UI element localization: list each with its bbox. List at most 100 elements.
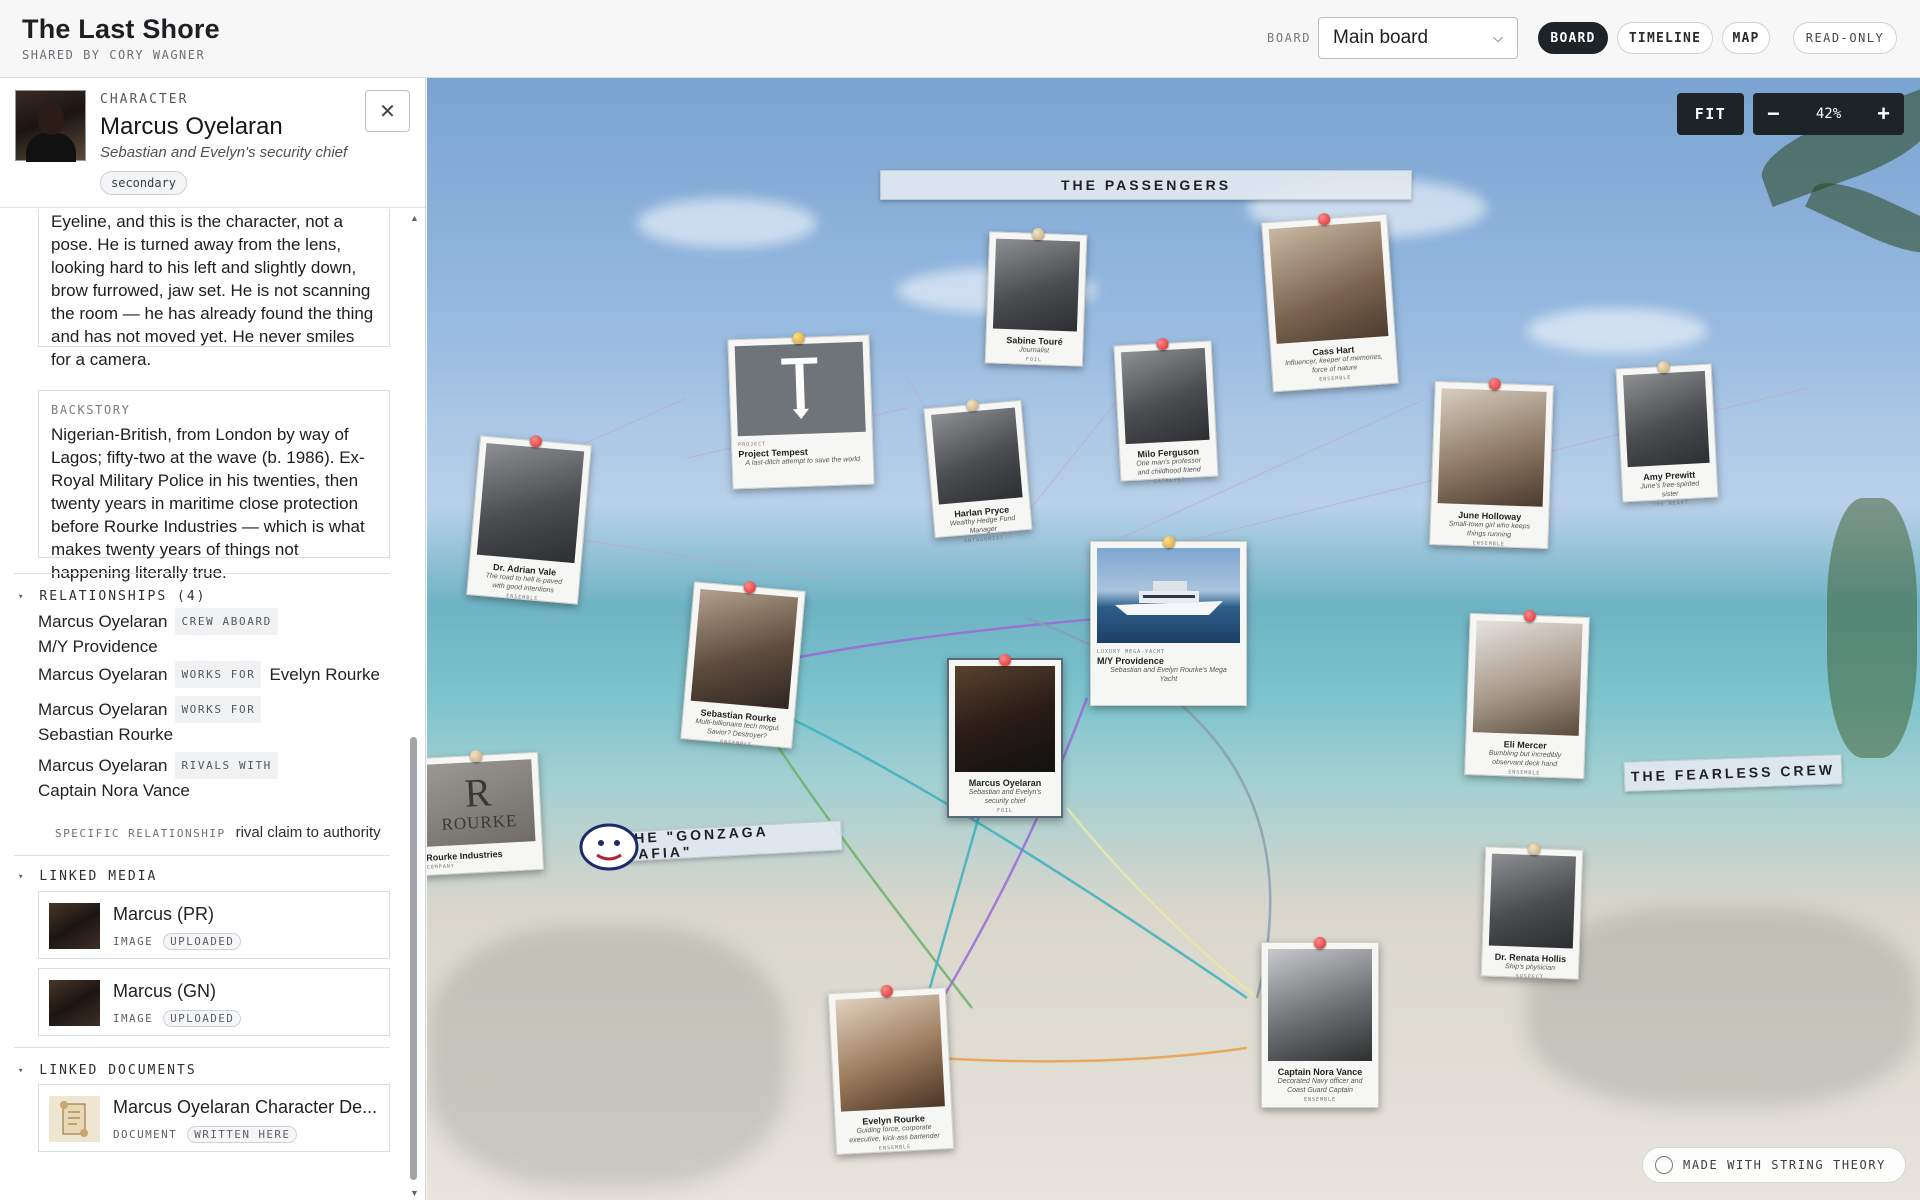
fit-button[interactable]: FIT: [1677, 93, 1744, 135]
app-title: The Last Shore: [22, 14, 220, 44]
media-meta: IMAGE UPLOADED: [113, 1010, 242, 1027]
character-card[interactable]: Dr. Renata Hollis Ship's physician SUSPE…: [1480, 842, 1584, 980]
rel-subject: Marcus Oyelaran: [38, 756, 168, 775]
panel-scroll-area[interactable]: Eyeline, and this is the character, not …: [0, 209, 425, 1200]
string-line: [936, 1046, 1248, 1063]
rel-target: M/Y Providence: [38, 637, 158, 656]
character-card[interactable]: Milo Ferguson One man's professor and ch…: [1113, 337, 1219, 485]
close-button[interactable]: ✕: [365, 90, 410, 132]
rel-type: RIVALS WITH: [175, 752, 278, 779]
card-desc: One man's professor and childhood friend: [1136, 457, 1202, 477]
panel-header: CHARACTER Marcus Oyelaran Sebastian and …: [0, 78, 425, 208]
rel-type: WORKS FOR: [175, 661, 262, 688]
chevron-down-icon: ⌵: [1493, 30, 1503, 45]
tie-icon: [781, 357, 818, 419]
character-card[interactable]: Sabine Touré Journalist FOIL: [984, 227, 1088, 367]
divider: [14, 855, 390, 856]
character-card[interactable]: Evelyn Rourke Guiding force, corporate e…: [827, 984, 955, 1155]
read-only-badge: READ-ONLY: [1793, 22, 1897, 54]
character-card[interactable]: Captain Nora Vance Decorated Navy office…: [1261, 937, 1379, 1108]
character-card[interactable]: June Holloway Small-town girl who keeps …: [1429, 377, 1554, 550]
character-card[interactable]: Dr. Adrian Vale The road to hell is pave…: [466, 434, 592, 605]
rourke-logo: R ROURKE: [427, 759, 536, 847]
card-desc: Sebastian and Evelyn Rourke's Mega Yacht: [1110, 667, 1227, 683]
media-title: Marcus (GN): [113, 981, 216, 1001]
tab-map[interactable]: MAP: [1722, 22, 1770, 54]
tab-board[interactable]: BOARD: [1538, 22, 1608, 54]
document-item[interactable]: Marcus Oyelaran Character De... DOCUMENT…: [38, 1084, 390, 1152]
document-kind: DOCUMENT: [113, 1128, 178, 1141]
rel-target: Sebastian Rourke: [38, 725, 174, 744]
character-card[interactable]: Sebastian Rourke Multi-billionaire tech …: [680, 580, 806, 749]
rel-subject: Marcus Oyelaran: [38, 612, 168, 631]
backstory-box: BACKSTORY Nigerian-British, from London …: [38, 390, 390, 582]
avatar: [15, 90, 86, 162]
card-desc: Sebastian and Evelyn's security chief: [968, 789, 1042, 805]
string-theory-logo-icon: [1655, 1156, 1673, 1174]
media-thumbnail: [49, 903, 100, 949]
card-desc: Bumbling but incredibly observant deck h…: [1488, 749, 1562, 769]
relationship-row[interactable]: Marcus Oyelaran WORKS FOR Evelyn Rourke: [38, 661, 380, 688]
character-card[interactable]: Eli Mercer Bumbling but incredibly obser…: [1464, 609, 1590, 780]
relationships-header[interactable]: ▾ RELATIONSHIPS (4): [18, 589, 206, 604]
linked-media-title: LINKED MEDIA: [39, 869, 158, 884]
linked-media-header[interactable]: ▾ LINKED MEDIA: [18, 869, 157, 884]
media-status: UPLOADED: [163, 1010, 242, 1027]
document-status: WRITTEN HERE: [187, 1126, 298, 1143]
backstory-text: Nigerian-British, from London by way of …: [51, 425, 365, 582]
rel-type: WORKS FOR: [175, 696, 262, 723]
relationship-row[interactable]: Marcus Oyelaran RIVALS WITH Captain Nora …: [38, 752, 286, 802]
rel-target: Evelyn Rourke: [269, 665, 381, 684]
corkboard-canvas[interactable]: FIT − 42% + THE PASSENGERS THE FEARLESS …: [427, 78, 1920, 1200]
linked-docs-header[interactable]: ▾ LINKED DOCUMENTS: [18, 1063, 197, 1078]
backstory-label: BACKSTORY: [51, 403, 131, 417]
banner-passengers[interactable]: THE PASSENGERS: [880, 170, 1412, 200]
rel-subject: Marcus Oyelaran: [38, 700, 168, 719]
media-item[interactable]: Marcus (GN) IMAGE UPLOADED: [38, 968, 390, 1036]
relationship-row[interactable]: Marcus Oyelaran CREW ABOARD M/Y Providenc…: [38, 608, 286, 658]
location-card[interactable]: LUXURY MEGA-YACHT M/Y Providence Sebasti…: [1090, 536, 1247, 706]
scroll-up-icon[interactable]: ▲: [410, 213, 419, 223]
rel-target: Captain Nora Vance: [38, 781, 190, 800]
media-kind: IMAGE: [113, 1012, 154, 1025]
close-icon: ✕: [379, 100, 396, 123]
character-panel: CHARACTER Marcus Oyelaran Sebastian and …: [0, 78, 426, 1200]
eyeline-text: Eyeline, and this is the character, not …: [51, 212, 374, 369]
document-meta: DOCUMENT WRITTEN HERE: [113, 1126, 298, 1143]
board-label: BOARD: [1267, 31, 1312, 45]
media-item[interactable]: Marcus (PR) IMAGE UPLOADED: [38, 891, 390, 959]
character-card-selected[interactable]: Marcus Oyelaran Sebastian and Evelyn's s…: [947, 654, 1063, 818]
media-meta: IMAGE UPLOADED: [113, 933, 242, 950]
tab-timeline[interactable]: TIMELINE: [1617, 22, 1713, 54]
card-name: Marcus Oyelaran: [968, 778, 1042, 788]
relationship-row[interactable]: Marcus Oyelaran WORKS FOR Sebastian Rourk…: [38, 696, 269, 746]
character-card[interactable]: Amy Prewitt June's free-spirited sister …: [1615, 360, 1719, 508]
string-line: [1066, 807, 1258, 999]
character-card[interactable]: Cass Hart Influencer, keeper of memories…: [1261, 212, 1399, 393]
board-select-value: Main board: [1333, 27, 1429, 48]
board-select[interactable]: Main board ⌵: [1318, 17, 1518, 59]
specific-relationship: SPECIFIC RELATIONSHIP rival claim to auth…: [55, 824, 381, 841]
zoom-in-button[interactable]: +: [1877, 101, 1890, 127]
collapse-triangle-icon: ▾: [18, 1065, 26, 1076]
character-name: Marcus Oyelaran: [100, 113, 283, 140]
relationships-title: RELATIONSHIPS (4): [39, 589, 207, 604]
project-card[interactable]: PROJECT Project Tempest A last-ditch att…: [727, 331, 875, 490]
media-status: UPLOADED: [163, 933, 242, 950]
zoom-out-button[interactable]: −: [1767, 101, 1780, 127]
scrollbar-thumb[interactable]: [410, 737, 417, 1180]
collapse-triangle-icon: ▾: [18, 871, 26, 882]
zoom-controls: − 42% +: [1753, 93, 1904, 135]
character-card[interactable]: Harlan Pryce Wealthy Hedge Fund Manager …: [923, 398, 1033, 544]
card-name: Captain Nora Vance: [1277, 1067, 1363, 1077]
zoom-level: 42%: [1815, 106, 1842, 122]
media-kind: IMAGE: [113, 935, 154, 948]
media-thumbnail: [49, 980, 100, 1026]
rel-type: CREW ABOARD: [175, 608, 278, 635]
card-type: ENSEMBLE: [1303, 1097, 1337, 1103]
document-title: Marcus Oyelaran Character De...: [113, 1097, 378, 1117]
panel-scrollbar[interactable]: ▲ ▼: [408, 209, 420, 1200]
scroll-down-icon[interactable]: ▼: [410, 1188, 419, 1198]
made-with-badge[interactable]: MADE WITH STRING THEORY: [1642, 1147, 1906, 1183]
company-card[interactable]: R ROURKE Rourke Industries COMPANY: [427, 749, 545, 877]
